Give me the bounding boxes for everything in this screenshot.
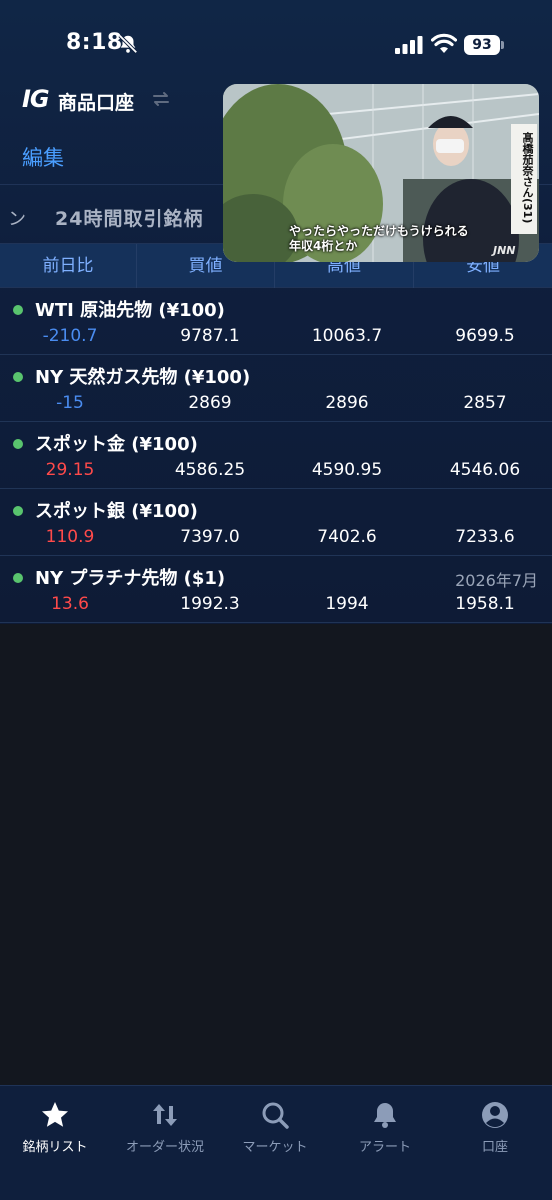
battery-cap bbox=[501, 41, 504, 49]
video-subtitle-line2: 年収4桁とか bbox=[289, 239, 358, 253]
battery-level: 93 bbox=[464, 35, 500, 55]
instrument-low: 4546.06 bbox=[449, 460, 521, 480]
bell-icon bbox=[374, 1103, 396, 1128]
instrument-high: 1994 bbox=[325, 594, 369, 614]
instrument-row[interactable]: WTI 原油先物 (¥100) -210.7 9787.1 10063.7 96… bbox=[0, 288, 552, 355]
video-name-caption: 髙橋茄奈さん(31) bbox=[521, 132, 534, 224]
market-open-dot bbox=[13, 439, 23, 449]
instrument-low: 7233.6 bbox=[455, 527, 515, 547]
nav-orders[interactable]: オーダー状況 bbox=[110, 1100, 220, 1160]
star-icon bbox=[42, 1102, 68, 1127]
instrument-name: NY プラチナ先物 ($1) bbox=[35, 568, 226, 589]
battery-indicator: 93 bbox=[464, 35, 504, 55]
ig-logo: IG bbox=[22, 85, 50, 113]
instrument-name: NY 天然ガス先物 (¥100) bbox=[35, 367, 251, 388]
instrument-bid: 4586.25 bbox=[174, 460, 246, 480]
market-open-dot bbox=[13, 573, 23, 583]
nav-label: アラート bbox=[358, 1140, 411, 1155]
instrument-low: 9699.5 bbox=[455, 326, 515, 346]
nav-watchlist[interactable]: 銘柄リスト bbox=[0, 1100, 110, 1160]
video-watermark: JNN bbox=[493, 244, 516, 257]
search-icon bbox=[262, 1102, 289, 1129]
instrument-bid: 2869 bbox=[188, 393, 232, 413]
instrument-bid: 7397.0 bbox=[180, 527, 240, 547]
instrument-row[interactable]: NY 天然ガス先物 (¥100) -15 2869 2896 2857 bbox=[0, 355, 552, 422]
instrument-low: 2857 bbox=[463, 393, 507, 413]
signal-icon bbox=[395, 36, 423, 54]
instrument-bid: 9787.1 bbox=[180, 326, 240, 346]
instrument-name: WTI 原油先物 (¥100) bbox=[35, 300, 225, 321]
instrument-row[interactable]: NY プラチナ先物 ($1) 2026年7月 13.6 1992.3 1994 … bbox=[0, 556, 552, 623]
status-bar: 8:18 93 bbox=[0, 0, 552, 80]
account-title[interactable]: 商品口座 bbox=[58, 88, 134, 115]
instrument-high: 7402.6 bbox=[317, 527, 377, 547]
wifi-icon bbox=[431, 33, 457, 53]
bell-off-icon bbox=[118, 34, 138, 54]
instrument-change: -210.7 bbox=[42, 326, 98, 346]
column-change[interactable]: 前日比 bbox=[0, 244, 136, 288]
instrument-expiry: 2026年7月 bbox=[455, 571, 538, 590]
arrows-updown-icon bbox=[153, 1104, 177, 1126]
instrument-change: -15 bbox=[56, 393, 84, 413]
nav-account[interactable]: 口座 bbox=[440, 1100, 550, 1160]
market-open-dot bbox=[13, 506, 23, 516]
edit-button[interactable]: 編集 bbox=[22, 142, 64, 172]
nav-label: マーケット bbox=[242, 1140, 308, 1155]
instrument-high: 10063.7 bbox=[311, 326, 383, 346]
instrument-row[interactable]: スポット銀 (¥100) 110.9 7397.0 7402.6 7233.6 bbox=[0, 489, 552, 556]
status-time: 8:18 bbox=[66, 30, 123, 55]
tab-24h-instruments[interactable]: 24時間取引銘柄 bbox=[55, 204, 203, 231]
instrument-high: 2896 bbox=[325, 393, 369, 413]
nav-label: 口座 bbox=[481, 1140, 508, 1155]
instrument-change: 13.6 bbox=[51, 594, 89, 614]
instrument-name: スポット金 (¥100) bbox=[35, 434, 198, 455]
tab-partial[interactable]: ン bbox=[8, 205, 26, 231]
account-icon bbox=[482, 1102, 508, 1128]
market-open-dot bbox=[13, 305, 23, 315]
video-subtitle-line1: やったらやっただけもうけられる bbox=[289, 224, 469, 238]
instrument-low: 1958.1 bbox=[455, 594, 515, 614]
instrument-high: 4590.95 bbox=[311, 460, 383, 480]
bottom-nav: 銘柄リスト オーダー状況 マーケット アラート 口座 bbox=[0, 1085, 552, 1200]
nav-label: 銘柄リスト bbox=[22, 1140, 88, 1155]
instrument-name: スポット銀 (¥100) bbox=[35, 501, 198, 522]
empty-list-area bbox=[0, 624, 552, 1085]
market-open-dot bbox=[13, 372, 23, 382]
instrument-bid: 1992.3 bbox=[180, 594, 240, 614]
video-subtitle: やったらやっただけもうけられる 年収4桁とか bbox=[289, 224, 469, 254]
switch-account-icon[interactable] bbox=[150, 88, 172, 110]
video-pip[interactable]: 髙橋茄奈さん(31) やったらやっただけもうけられる 年収4桁とか JNN bbox=[223, 84, 539, 262]
instrument-change: 29.15 bbox=[45, 460, 95, 480]
instrument-row[interactable]: スポット金 (¥100) 29.15 4586.25 4590.95 4546.… bbox=[0, 422, 552, 489]
nav-market[interactable]: マーケット bbox=[220, 1100, 330, 1160]
instrument-change: 110.9 bbox=[45, 527, 95, 547]
nav-label: オーダー状況 bbox=[125, 1140, 204, 1155]
nav-alerts[interactable]: アラート bbox=[330, 1100, 440, 1160]
